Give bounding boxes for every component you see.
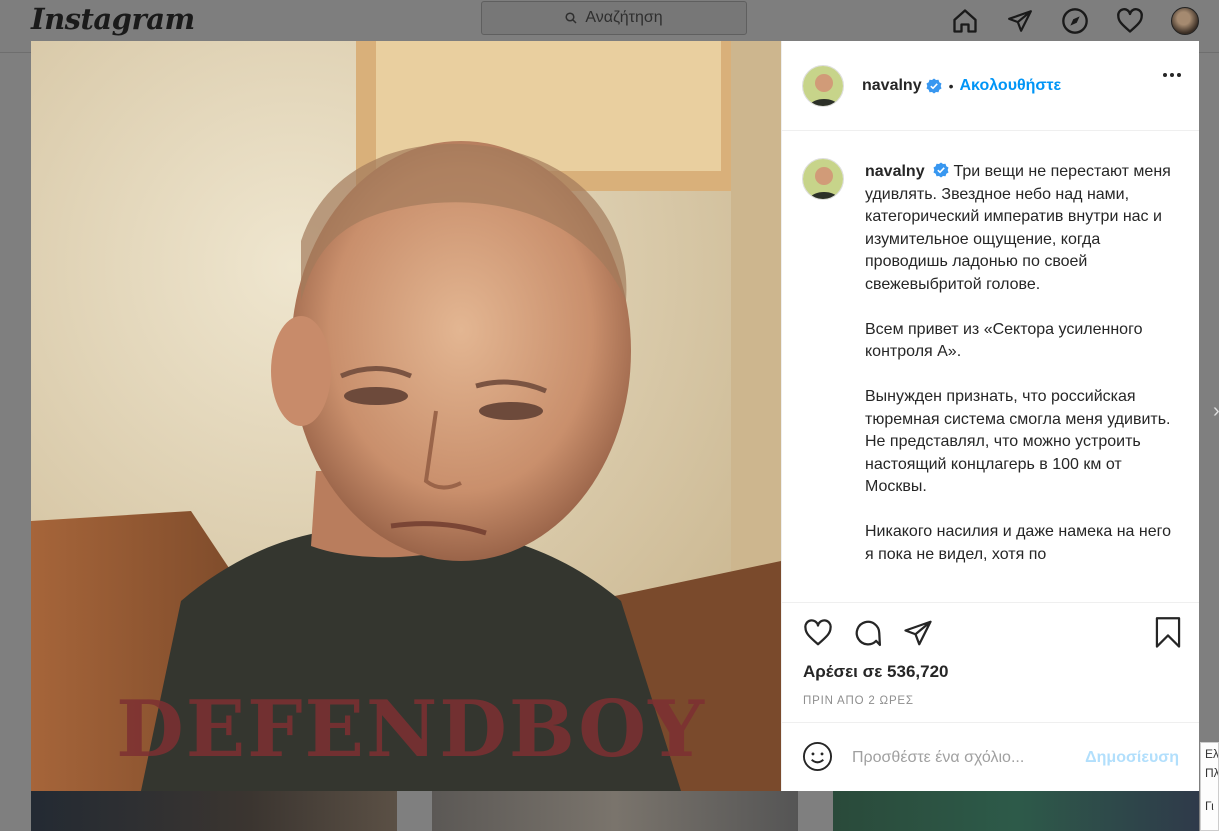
grid-thumbnail[interactable] [432,791,798,831]
like-heart-icon[interactable] [802,617,834,649]
follow-button[interactable]: Ακολουθήστε [960,77,1062,95]
action-icons [802,617,952,649]
caption-area: navalny Три вещи не перестают меня удивл… [782,132,1199,602]
post-comment-button[interactable]: Δημοσίευση [1085,749,1179,767]
next-post-chevron-icon[interactable]: › [1213,400,1219,423]
grid-thumbnail[interactable] [31,791,397,831]
caption-paragraph: Всем привет из «Сектора усиленного контр… [865,320,1143,361]
side-popup: Ελ Πλ Γι [1200,742,1219,831]
profile-avatar[interactable] [1168,4,1202,38]
post-timestamp[interactable]: ΠΡΙΝ ΑΠΟ 2 ΩΡΕΣ [803,695,914,707]
shirt-print-text: DEFENDBOY [116,684,706,775]
post-modal: DEFENDBOY navalny • Ακολουθήστε navalny … [31,41,1199,791]
separator-dot: • [948,77,954,94]
direct-icon[interactable] [1003,4,1037,38]
search-box[interactable]: Αναζήτηση [481,1,747,35]
likes-count[interactable]: Αρέσει σε 536,720 [803,662,948,682]
search-icon [565,12,577,24]
caption-paragraph: Три вещи не перестают меня удивлять. Зве… [865,163,1171,293]
comment-input[interactable]: Προσθέστε ένα σχόλιο... [852,749,1024,767]
verified-badge-icon [926,78,942,93]
post-photo[interactable]: DEFENDBOY [31,41,781,791]
caption-username[interactable]: navalny [865,163,925,180]
caption-avatar[interactable] [802,158,844,200]
emoji-icon[interactable] [802,741,833,777]
post-header: navalny • Ακολουθήστε [782,41,1199,131]
verified-badge-icon [933,162,949,178]
home-icon[interactable] [948,4,982,38]
author-avatar[interactable] [802,64,844,107]
nav-icons [948,4,1202,38]
more-options-icon[interactable] [1160,73,1181,77]
comment-form: Προσθέστε ένα σχόλιο... Δημοσίευση [782,722,1199,792]
caption-text: navalny Три вещи не перестают меня удивл… [865,161,1175,589]
bookmark-icon[interactable] [1153,617,1183,654]
instagram-logo[interactable]: Instagram [31,2,195,36]
activity-heart-icon[interactable] [1113,4,1147,38]
post-actions: Αρέσει σε 536,720 ΠΡΙΝ ΑΠΟ 2 ΩΡΕΣ [782,602,1199,723]
post-side-panel: navalny • Ακολουθήστε navalny Три вещи н… [781,41,1199,791]
grid-thumbnail[interactable] [833,791,1199,831]
caption-paragraph: Вынужден признать, что российская тюремн… [865,388,1171,495]
caption-paragraph: Никакого насилия и даже намека на него я… [865,523,1171,563]
author-username[interactable]: navalny [862,77,922,95]
explore-icon[interactable] [1058,4,1092,38]
search-placeholder: Αναζήτηση [585,9,663,26]
comment-icon[interactable] [852,617,884,649]
share-direct-icon[interactable] [902,617,934,649]
